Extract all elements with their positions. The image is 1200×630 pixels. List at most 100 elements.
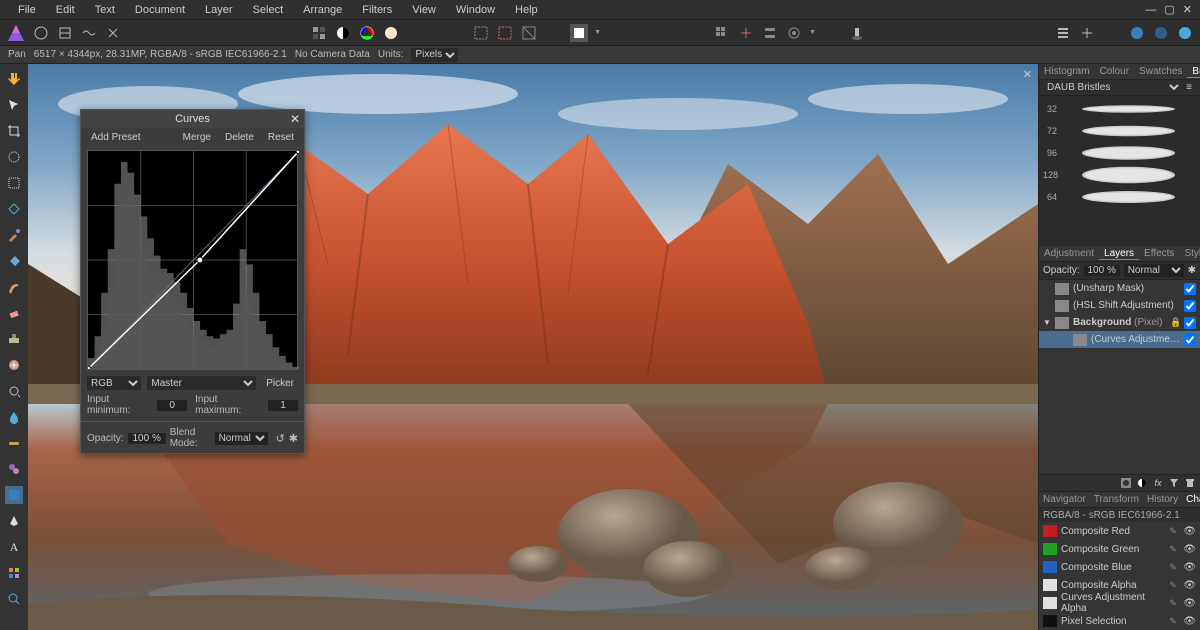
pixel-brush-icon[interactable] bbox=[5, 278, 23, 296]
channel-row[interactable]: Curves Adjustment Alpha✎👁 bbox=[1039, 594, 1200, 612]
clone-tool-icon[interactable] bbox=[5, 330, 23, 348]
auto-contrast-icon[interactable] bbox=[334, 24, 352, 42]
auto-levels-icon[interactable] bbox=[310, 24, 328, 42]
flood-select-icon[interactable] bbox=[5, 200, 23, 218]
edit-icon[interactable]: ✎ bbox=[1169, 544, 1179, 555]
fill-tool-icon[interactable] bbox=[5, 252, 23, 270]
merge-button[interactable]: Merge bbox=[179, 132, 215, 143]
selection-tool-icon[interactable] bbox=[472, 24, 490, 42]
layer-row[interactable]: (Curves Adjustment) bbox=[1039, 331, 1200, 348]
opacity-field[interactable] bbox=[128, 433, 166, 444]
snap-icon[interactable] bbox=[737, 24, 755, 42]
brush-panel-menu-icon[interactable]: ≡ bbox=[1182, 82, 1196, 93]
settings-icon[interactable]: ✱ bbox=[289, 432, 298, 445]
mask-layer-icon[interactable] bbox=[1120, 477, 1132, 489]
selection-add-icon[interactable] bbox=[496, 24, 514, 42]
circle-teal-icon[interactable] bbox=[1152, 24, 1170, 42]
crop-tool-icon[interactable] bbox=[5, 122, 23, 140]
lock-icon[interactable]: 🔒 bbox=[1170, 317, 1180, 328]
layers-opacity-field[interactable] bbox=[1084, 265, 1120, 276]
distribute-icon[interactable] bbox=[785, 24, 803, 42]
menu-file[interactable]: File bbox=[8, 4, 46, 16]
photo-persona-icon[interactable] bbox=[32, 24, 50, 42]
window-maximize-icon[interactable]: ▢ bbox=[1164, 3, 1174, 16]
tab-brushes[interactable]: Brushes bbox=[1187, 66, 1200, 78]
add-preset-button[interactable]: Add Preset bbox=[87, 132, 144, 143]
menu-select[interactable]: Select bbox=[243, 4, 294, 16]
tab-effects[interactable]: Effects bbox=[1139, 248, 1179, 259]
brush-preset[interactable]: 72 bbox=[1043, 122, 1196, 140]
colour-picker-icon[interactable] bbox=[5, 564, 23, 582]
menu-layer[interactable]: Layer bbox=[195, 4, 243, 16]
channel-row[interactable]: Composite Red✎👁 bbox=[1039, 522, 1200, 540]
channel-select[interactable]: Master bbox=[147, 376, 256, 390]
menu-arrange[interactable]: Arrange bbox=[293, 4, 352, 16]
edit-icon[interactable]: ✎ bbox=[1169, 580, 1179, 591]
delete-layer-icon[interactable] bbox=[1184, 477, 1196, 489]
channel-row[interactable]: Pixel Selection✎👁 bbox=[1039, 612, 1200, 630]
brush-preset[interactable]: 64 bbox=[1043, 188, 1196, 206]
curves-title[interactable]: Curves ✕ bbox=[81, 110, 304, 128]
order-icon[interactable] bbox=[1054, 24, 1072, 42]
paint-brush-icon[interactable] bbox=[5, 226, 23, 244]
canvas[interactable]: ✕ Curves ✕ Add Preset Merge Delete Reset… bbox=[28, 64, 1038, 630]
menu-help[interactable]: Help bbox=[505, 4, 548, 16]
tab-swatches[interactable]: Swatches bbox=[1134, 66, 1187, 77]
mesh-warp-icon[interactable] bbox=[5, 434, 23, 452]
blur-tool-icon[interactable] bbox=[5, 408, 23, 426]
tab-histogram[interactable]: Histogram bbox=[1039, 66, 1095, 77]
tab-styles[interactable]: Styles bbox=[1179, 248, 1200, 259]
develop-persona-icon[interactable] bbox=[80, 24, 98, 42]
circle-cyan-icon[interactable] bbox=[1176, 24, 1194, 42]
tab-adjustment[interactable]: Adjustment bbox=[1039, 248, 1099, 259]
visibility-icon[interactable]: 👁 bbox=[1183, 580, 1196, 591]
brush-preset[interactable]: 128 bbox=[1043, 166, 1196, 184]
move-tool-icon[interactable] bbox=[5, 96, 23, 114]
visibility-checkbox[interactable] bbox=[1184, 300, 1196, 312]
assistant-icon[interactable] bbox=[848, 24, 866, 42]
channel-row[interactable]: Composite Green✎👁 bbox=[1039, 540, 1200, 558]
edit-icon[interactable]: ✎ bbox=[1169, 562, 1179, 573]
edit-icon[interactable]: ✎ bbox=[1169, 616, 1179, 627]
layer-fx-icon[interactable]: fx bbox=[1152, 477, 1164, 489]
export-persona-icon[interactable] bbox=[104, 24, 122, 42]
visibility-icon[interactable]: 👁 bbox=[1183, 526, 1196, 537]
layer-row[interactable]: (HSL Shift Adjustment) bbox=[1039, 297, 1200, 314]
reset-adjustment-icon[interactable]: ↺ bbox=[276, 432, 285, 445]
edit-icon[interactable]: ✎ bbox=[1169, 598, 1179, 609]
selection-brush-icon[interactable] bbox=[5, 148, 23, 166]
canvas-close-icon[interactable]: ✕ bbox=[1023, 68, 1032, 81]
brush-preset[interactable]: 32 bbox=[1043, 100, 1196, 118]
close-icon[interactable]: ✕ bbox=[290, 112, 300, 126]
tab-history[interactable]: History bbox=[1143, 494, 1182, 505]
visibility-icon[interactable]: 👁 bbox=[1183, 562, 1196, 573]
channel-row[interactable]: Composite Blue✎👁 bbox=[1039, 558, 1200, 576]
delete-button[interactable]: Delete bbox=[221, 132, 258, 143]
layer-row[interactable]: (Unsharp Mask) bbox=[1039, 280, 1200, 297]
blend-mode-select[interactable]: Normal bbox=[215, 432, 268, 445]
auto-white-balance-icon[interactable] bbox=[382, 24, 400, 42]
channel-mode-select[interactable]: RGB bbox=[87, 376, 141, 390]
tab-colour[interactable]: Colour bbox=[1095, 66, 1134, 77]
pan-tool-icon[interactable] bbox=[5, 70, 23, 88]
shape-tool-icon[interactable] bbox=[5, 486, 23, 504]
align-icon[interactable] bbox=[761, 24, 779, 42]
adjustment-layer-icon[interactable] bbox=[1136, 477, 1148, 489]
layers-gear-icon[interactable]: ✱ bbox=[1188, 265, 1196, 276]
toolbar-dropdown-icon[interactable]: ▼ bbox=[809, 29, 816, 36]
visibility-icon[interactable]: 👁 bbox=[1183, 616, 1196, 627]
units-select[interactable]: Pixels bbox=[411, 48, 458, 62]
curves-graph[interactable] bbox=[87, 150, 298, 370]
visibility-checkbox[interactable] bbox=[1184, 334, 1196, 346]
dodge-tool-icon[interactable] bbox=[5, 382, 23, 400]
insert-icon[interactable] bbox=[1078, 24, 1096, 42]
visibility-checkbox[interactable] bbox=[1184, 317, 1196, 329]
tab-channels[interactable]: Channels bbox=[1182, 494, 1200, 505]
brush-category-select[interactable]: DAUB Bristles bbox=[1043, 81, 1182, 94]
picker-button[interactable]: Picker bbox=[262, 378, 298, 389]
tab-layers[interactable]: Layers bbox=[1099, 248, 1139, 260]
crop-tool-icon[interactable] bbox=[570, 24, 588, 42]
menu-view[interactable]: View bbox=[402, 4, 446, 16]
tab-navigator[interactable]: Navigator bbox=[1039, 494, 1090, 505]
eraser-tool-icon[interactable] bbox=[5, 304, 23, 322]
